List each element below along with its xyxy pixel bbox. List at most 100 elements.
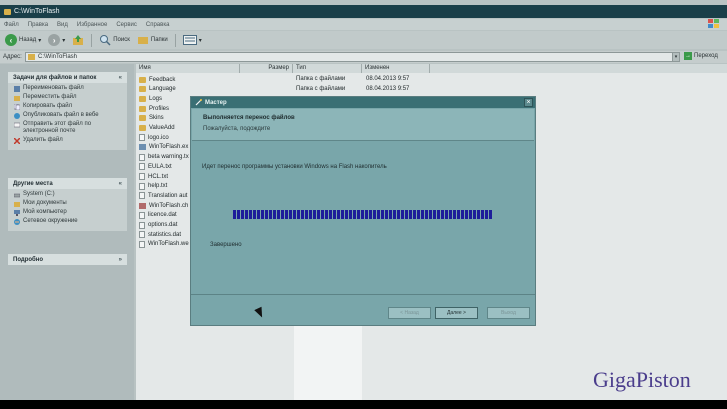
file-name: Feedback [149, 76, 176, 83]
collapse-icon[interactable]: « [119, 181, 122, 187]
details-header[interactable]: Подробно » [8, 254, 127, 265]
task-rename[interactable]: Переименовать файл [14, 85, 123, 94]
file-row[interactable]: statistics.dat [139, 230, 181, 239]
file-row[interactable]: beta warning.tx [139, 153, 189, 162]
file-row[interactable]: logo.ico [139, 133, 169, 142]
place-system-drive[interactable]: System (C:) [14, 191, 123, 200]
place-my-computer[interactable]: Мой компьютер [14, 209, 123, 218]
move-icon [14, 96, 20, 101]
file-row[interactable]: Profiles [139, 104, 169, 113]
menu-file[interactable]: Файл [4, 22, 19, 28]
collapse-icon[interactable]: « [119, 75, 122, 81]
dialog-titlebar[interactable]: Мастер [191, 97, 535, 108]
file-row[interactable]: WinToFlash.ex [139, 143, 188, 152]
folders-button[interactable]: Папки [135, 34, 170, 46]
back-button[interactable]: < Назад [388, 307, 431, 319]
document-icon [139, 182, 145, 190]
window-titlebar[interactable]: C:\WinToFlash [0, 5, 727, 18]
window-title: C:\WinToFlash [14, 8, 60, 15]
task-email[interactable]: Отправить этот файл по электронной почте [14, 121, 123, 137]
progress-segment [409, 210, 412, 219]
menu-favorites[interactable]: Избранное [77, 22, 107, 28]
task-copy[interactable]: Копировать файл [14, 103, 123, 112]
file-tasks-header[interactable]: Задачи для файлов и папок « [8, 72, 127, 83]
file-row[interactable]: Feedback [139, 75, 175, 84]
views-button[interactable]: ▾ [181, 35, 204, 45]
progress-segment [445, 210, 448, 219]
file-row[interactable]: options.dat [139, 221, 177, 230]
chevron-down-icon: ▾ [38, 37, 42, 44]
file-name: WinToFlash.ex [149, 144, 189, 151]
file-row[interactable]: EULA.txt [139, 162, 172, 171]
progress-segment [269, 210, 272, 219]
up-folder-button[interactable] [70, 34, 86, 46]
progress-segment [453, 210, 456, 219]
task-label: Отправить этот файл по электронной почте [23, 121, 92, 134]
back-button[interactable]: ‹ Назад ▾ [3, 34, 43, 46]
file-name: WinToFlash.ch [149, 202, 189, 209]
progress-segment [253, 210, 256, 219]
menu-edit[interactable]: Правка [28, 22, 48, 28]
cancel-button[interactable]: Выход [487, 307, 530, 319]
menu-tools[interactable]: Сервис [116, 22, 137, 28]
column-name[interactable]: Имя [136, 64, 240, 73]
task-publish[interactable]: Опубликовать файл в вебе [14, 112, 123, 121]
file-row[interactable]: help.txt [139, 182, 167, 191]
close-icon[interactable]: × [524, 98, 533, 107]
address-dropdown-icon[interactable]: ▾ [672, 52, 680, 62]
go-button[interactable]: → Переход [684, 52, 718, 60]
progress-segment [325, 210, 328, 219]
progress-segment [273, 210, 276, 219]
next-button[interactable]: Далее > [435, 307, 478, 319]
folders-icon [137, 37, 148, 44]
column-modified[interactable]: Изменен [362, 64, 430, 73]
file-row[interactable]: Skins [139, 114, 164, 123]
progress-segment [337, 210, 340, 219]
column-size[interactable]: Размер [240, 64, 293, 73]
place-network[interactable]: Сетевое окружение [14, 218, 123, 227]
expand-icon[interactable]: » [119, 257, 122, 263]
rename-icon [14, 86, 20, 92]
file-row[interactable]: Translation aut [139, 191, 187, 200]
forward-arrow-icon: › [48, 34, 61, 46]
task-delete[interactable]: Удалить файл [14, 137, 123, 146]
file-tasks-panel: Задачи для файлов и папок « Переименоват… [8, 72, 127, 150]
network-icon [14, 219, 20, 225]
task-move[interactable]: Переместить файл [14, 94, 123, 103]
file-row[interactable]: ValueAdd [139, 124, 175, 133]
application-icon [139, 144, 146, 151]
progress-segment [373, 210, 376, 219]
search-button[interactable]: Поиск [97, 34, 132, 46]
task-label: Копировать файл [23, 103, 73, 109]
file-name: EULA.txt [148, 163, 172, 170]
address-input[interactable]: C:\WinToFlash [25, 52, 679, 62]
file-row[interactable]: WinToFlash.we [139, 240, 189, 249]
toolbar-separator [91, 33, 93, 47]
file-row[interactable]: Logs [139, 94, 162, 103]
progress-segment [237, 210, 240, 219]
progress-segment [457, 210, 460, 219]
file-modified: 08.04.2013 9:57 [366, 85, 410, 92]
views-icon [182, 35, 197, 45]
dialog-header: Выполняется перенос файлов Пожалуйста, п… [192, 109, 534, 141]
forward-button[interactable]: › ▾ [46, 34, 67, 46]
file-row[interactable]: WinToFlash.ch [139, 201, 188, 210]
progress-segment [353, 210, 356, 219]
menu-view[interactable]: Вид [57, 22, 68, 28]
place-my-documents[interactable]: Мои документы [14, 200, 123, 209]
file-row[interactable]: licence.dat [139, 211, 177, 220]
back-label: Назад [19, 37, 37, 43]
file-row[interactable]: HCL.txt [139, 172, 168, 181]
other-places-title: Другие места [13, 180, 53, 187]
watermark: GigaPiston [593, 367, 691, 392]
place-label: Мои документы [23, 200, 67, 206]
menu-help[interactable]: Справка [146, 22, 170, 28]
file-row[interactable]: Language [139, 85, 176, 94]
folder-icon [139, 105, 146, 112]
document-icon [139, 153, 145, 161]
progress-segment [349, 210, 352, 219]
folder-icon [139, 76, 146, 83]
address-label: Адрес: [3, 54, 22, 60]
column-type[interactable]: Тип [293, 64, 362, 73]
other-places-header[interactable]: Другие места « [8, 178, 127, 189]
